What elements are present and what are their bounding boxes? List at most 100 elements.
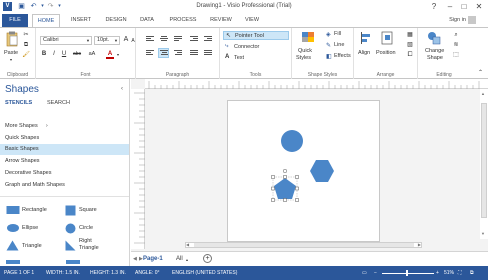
align-bottom-button[interactable] <box>172 34 183 44</box>
align-label[interactable]: Align <box>358 50 370 56</box>
horizontal-scrollbar[interactable]: ◀ ▶ <box>185 242 422 248</box>
stencil-right-triangle[interactable]: Right Triangle <box>64 238 124 256</box>
tab-process[interactable]: PROCESS <box>165 14 201 27</box>
zoom-level[interactable]: 51% <box>444 270 454 276</box>
zoom-in-button[interactable]: + <box>436 270 439 276</box>
close-icon[interactable]: ✕ <box>473 1 485 13</box>
format-painter-icon[interactable]: 🖌 <box>22 51 30 59</box>
align-right-button[interactable] <box>172 48 183 58</box>
stencil-triangle[interactable]: Triangle <box>4 240 64 254</box>
page-tab-page-1[interactable]: Page-1 <box>143 256 163 262</box>
zoom-slider[interactable] <box>382 273 434 274</box>
bring-to-front-icon[interactable]: ▦ <box>406 31 414 39</box>
tab-view[interactable]: VIEW <box>240 14 264 27</box>
quick-styles-icon[interactable] <box>301 31 315 44</box>
stencil-ellipse[interactable]: Ellipse <box>4 223 64 237</box>
position-icon[interactable] <box>381 31 393 45</box>
font-color-button[interactable]: A <box>106 50 114 59</box>
sign-in-link[interactable]: Sign in <box>449 17 466 23</box>
stencil-item-basic-shapes[interactable]: Basic Shapes <box>0 144 129 155</box>
justify-button[interactable] <box>188 48 199 58</box>
align-top-button[interactable] <box>144 34 155 44</box>
align-left-button[interactable] <box>144 48 155 58</box>
stencil-square[interactable]: Square <box>64 205 124 219</box>
resize-handle[interactable] <box>283 175 287 179</box>
presentation-mode-icon[interactable]: ▭ <box>362 270 367 276</box>
change-shape-icon[interactable] <box>427 31 441 45</box>
text-tool-button[interactable]: A Text <box>223 54 289 63</box>
font-family-select[interactable]: Calibri ▼ <box>40 36 92 45</box>
page-count-status[interactable]: PAGE 1 OF 1 <box>4 270 34 276</box>
change-shape-label-2[interactable]: Shape <box>427 55 443 61</box>
prev-page-icon[interactable]: ◀ <box>133 256 137 262</box>
stencil-rectangle[interactable]: Rectangle <box>4 205 64 219</box>
collapse-ribbon-icon[interactable]: ⌃ <box>478 69 483 76</box>
align-middle-button[interactable] <box>158 34 169 44</box>
zoom-slider-thumb[interactable] <box>406 270 408 276</box>
select-icon[interactable]: ⬚ <box>452 51 460 59</box>
tab-design[interactable]: DESIGN <box>100 14 132 27</box>
group-icon[interactable]: ⧠ <box>406 51 414 59</box>
resize-handle[interactable] <box>271 175 275 179</box>
scroll-down-icon[interactable]: ▼ <box>481 231 485 236</box>
stencil-item-quick-shapes[interactable]: Quick Shapes <box>0 133 129 144</box>
find-icon[interactable]: ⌕ <box>452 31 460 39</box>
tab-home[interactable]: HOME <box>32 14 60 27</box>
align-icon[interactable] <box>360 31 372 45</box>
stencil-item-decorative-shapes[interactable]: Decorative Shapes <box>0 168 129 179</box>
stencil-item-arrow-shapes[interactable]: Arrow Shapes <box>0 156 129 167</box>
cut-icon[interactable]: ✂ <box>22 31 30 39</box>
circle-shape[interactable] <box>281 130 303 152</box>
stencil-circle[interactable]: Circle <box>64 223 124 237</box>
bold-button[interactable]: B <box>40 50 48 58</box>
italic-button[interactable]: I <box>50 50 58 58</box>
minimize-icon[interactable]: – <box>444 1 456 13</box>
resize-handle[interactable] <box>283 198 287 202</box>
quick-styles-label-1[interactable]: Quick <box>298 48 312 54</box>
font-size-select[interactable]: 10pt. ▼ <box>94 36 120 45</box>
more-shapes-item[interactable]: More Shapes › <box>0 121 129 132</box>
tab-insert[interactable]: INSERT <box>66 14 96 27</box>
resize-handle[interactable] <box>271 198 275 202</box>
zoom-out-button[interactable]: − <box>374 270 377 276</box>
fit-to-window-icon[interactable]: ⛶ <box>458 270 462 276</box>
vertical-scrollbar[interactable]: ▲ ▼ <box>480 89 488 239</box>
resize-handle[interactable] <box>295 175 299 179</box>
layers-icon[interactable]: ≋ <box>452 41 460 49</box>
quick-styles-label-2[interactable]: Styles <box>296 55 311 61</box>
connector-button[interactable]: ⤷ Connector <box>223 43 289 52</box>
scroll-left-icon[interactable]: ◀ <box>186 242 189 247</box>
tab-data[interactable]: DATA <box>135 14 159 27</box>
decrease-indent-button[interactable] <box>188 34 199 44</box>
paste-dropdown-icon[interactable]: ▾ <box>10 57 12 62</box>
resize-handle[interactable] <box>295 198 299 202</box>
resize-handle[interactable] <box>295 186 299 191</box>
change-shape-label-1[interactable]: Change <box>425 48 444 54</box>
horizontal-scroll-thumb[interactable] <box>194 243 414 247</box>
switch-windows-icon[interactable]: ⧉ <box>470 270 474 276</box>
avatar[interactable] <box>468 16 476 24</box>
tab-review[interactable]: REVIEW <box>205 14 237 27</box>
tab-stencils[interactable]: STENCILS <box>5 100 32 106</box>
vertical-scroll-thumb[interactable] <box>481 103 487 218</box>
hexagon-shape[interactable] <box>310 160 334 182</box>
help-icon[interactable]: ? <box>428 1 440 13</box>
bullets-button[interactable] <box>202 48 213 58</box>
all-pages-dropdown-icon[interactable]: ▴ <box>186 257 188 262</box>
underline-button[interactable]: U <box>60 50 68 58</box>
increase-indent-button[interactable] <box>202 34 213 44</box>
strikethrough-button[interactable]: abc <box>71 50 83 58</box>
add-page-button[interactable]: + <box>203 254 212 263</box>
tab-file[interactable]: FILE <box>2 14 28 27</box>
copy-icon[interactable]: ⧉ <box>22 41 30 49</box>
tab-search[interactable]: SEARCH <box>47 100 70 106</box>
collapse-pane-icon[interactable]: ‹ <box>121 86 123 92</box>
pointer-tool-button[interactable]: ↖ Pointer Tool <box>223 31 289 40</box>
pentagon-shape[interactable] <box>274 178 296 199</box>
position-label[interactable]: Position <box>376 50 396 56</box>
drawing-page[interactable] <box>227 100 380 242</box>
scroll-right-icon[interactable]: ▶ <box>418 242 421 247</box>
rotation-handle[interactable] <box>282 168 288 174</box>
paste-icon[interactable] <box>6 31 18 47</box>
scroll-up-icon[interactable]: ▲ <box>481 91 485 96</box>
